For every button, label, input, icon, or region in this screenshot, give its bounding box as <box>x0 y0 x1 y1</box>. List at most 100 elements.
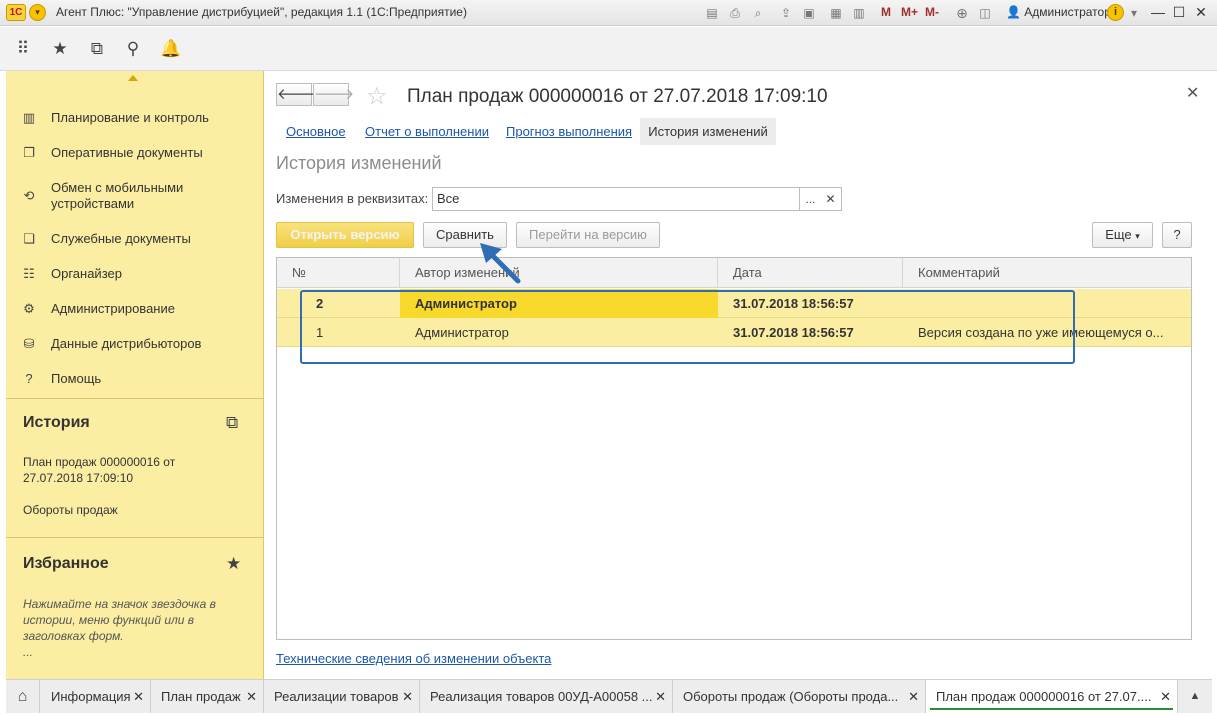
more-button[interactable]: Еще ▾ <box>1092 222 1153 248</box>
calendar-icon[interactable]: ▥ <box>851 5 867 21</box>
technical-info-link[interactable]: Технические сведения об изменении объект… <box>276 651 551 666</box>
home-icon[interactable]: ⌂ <box>6 680 40 713</box>
filter-input[interactable]: Все <box>432 187 800 211</box>
cell-author: Администратор <box>400 289 718 318</box>
collapse-caret-icon[interactable] <box>128 75 138 81</box>
history-icon[interactable]: ⧉ <box>226 413 238 433</box>
sidebar-item-mobile-exchange[interactable]: ⟲ Обмен с мобильными устройствами <box>6 178 264 214</box>
window-tab-label: Реализация товаров 00УД-А00058 ... <box>430 689 653 704</box>
window-tab-goods-sale-doc[interactable]: Реализация товаров 00УД-А00058 ... ✕ <box>420 680 673 713</box>
sidebar-item-label: Органайзер <box>51 266 122 281</box>
memory-m-plus-button[interactable]: M+ <box>901 5 918 19</box>
window-tab-label: План продаж <box>161 689 241 704</box>
save-icon[interactable]: ▤ <box>704 5 720 21</box>
panel-icon[interactable]: ◫ <box>977 5 993 21</box>
window-tab-current-plan[interactable]: План продаж 000000016 от 27.07.... ✕ <box>926 680 1178 713</box>
window-tab-information[interactable]: Информация ✕ <box>41 680 151 713</box>
app-logo-icon: 1С <box>6 4 26 21</box>
column-header-date[interactable]: Дата <box>718 258 903 288</box>
favorites-star-icon[interactable]: ★ <box>226 554 241 574</box>
close-tab-icon[interactable]: ✕ <box>655 680 666 713</box>
close-tab-icon[interactable]: ✕ <box>402 680 413 713</box>
annotation-arrow-icon <box>480 243 521 284</box>
window-tab-sales-turnover[interactable]: Обороты продаж (Обороты прода... ✕ <box>673 680 926 713</box>
arrow-right-icon: 🡒 <box>314 86 355 103</box>
column-header-comment[interactable]: Комментарий <box>903 258 1191 288</box>
distributor-icon: ⛁ <box>23 336 35 351</box>
preview-icon[interactable]: ⌕ <box>750 5 766 21</box>
info-icon[interactable]: i <box>1107 4 1124 21</box>
apps-grid-icon[interactable]: ⠿ <box>12 38 34 60</box>
active-tab-underline <box>930 708 1173 710</box>
documents-icon: ❐ <box>23 145 35 160</box>
close-window-button[interactable]: ✕ <box>1192 3 1210 21</box>
versions-table: № Автор изменений Дата Комментарий 2 Адм… <box>276 257 1192 640</box>
filter-clear-button[interactable]: ✕ <box>820 187 842 211</box>
maximize-button[interactable]: ☐ <box>1170 3 1188 21</box>
tab-change-history[interactable]: История изменений <box>640 118 776 145</box>
window-tab-goods-sales[interactable]: Реализации товаров ✕ <box>264 680 420 713</box>
current-user[interactable]: 👤 Администратор <box>1006 5 1111 19</box>
goto-version-button[interactable]: Перейти на версию <box>516 222 660 248</box>
column-header-number[interactable]: № <box>277 258 400 288</box>
sidebar-divider <box>6 537 264 538</box>
close-tab-icon[interactable]: ✕ <box>246 680 257 713</box>
close-tab-icon[interactable]: ✕ <box>908 680 919 713</box>
sidebar-item-help[interactable]: ? Помощь <box>6 369 264 389</box>
close-tab-icon[interactable]: ✕ <box>133 680 144 713</box>
tab-execution-forecast[interactable]: Прогноз выполнения <box>506 124 632 139</box>
table-header: № Автор изменений Дата Комментарий <box>277 258 1191 288</box>
scroll-up-icon[interactable]: ▲ <box>1178 680 1212 713</box>
clipboard-icon[interactable]: ▣ <box>801 5 817 21</box>
chevron-down-icon: ▾ <box>1135 231 1140 241</box>
favorites-star-icon[interactable]: ★ <box>49 38 71 60</box>
memory-m-button[interactable]: M <box>881 5 891 19</box>
favorites-hint-text: Нажимайте на значок звездочка в истории,… <box>23 597 216 643</box>
table-row[interactable]: 1 Администратор 31.07.2018 18:56:57 Верс… <box>277 318 1191 347</box>
forward-button[interactable]: 🡒 <box>313 83 354 106</box>
memory-m-minus-button[interactable]: M- <box>925 5 939 19</box>
favorites-title: Избранное <box>23 555 109 572</box>
sidebar-item-operative-docs[interactable]: ❐ Оперативные документы <box>6 143 264 163</box>
arrow-left-icon: 🡐 <box>277 86 318 103</box>
history-item[interactable]: План продаж 000000016 от 27.07.2018 17:0… <box>23 454 223 486</box>
help-button[interactable]: ? <box>1162 222 1192 248</box>
table-row[interactable]: 2 Администратор 31.07.2018 18:56:57 <box>277 289 1191 318</box>
window-tab-sales-plan[interactable]: План продаж ✕ <box>151 680 264 713</box>
close-form-icon[interactable]: ✕ <box>1186 83 1199 103</box>
history-item[interactable]: Обороты продаж <box>23 502 118 518</box>
form-area: 🡐 🡒 ☆ План продаж 000000016 от 27.07.201… <box>264 71 1210 679</box>
search-icon[interactable]: ⚲ <box>122 38 144 60</box>
upload-icon[interactable]: ⇪ <box>778 5 794 21</box>
history-icon[interactable]: ⧉ <box>86 38 108 60</box>
filter-select-button[interactable]: ... <box>800 187 822 211</box>
bell-icon[interactable]: 🔔 <box>160 38 182 60</box>
window-tab-label: Информация <box>51 689 131 704</box>
back-button[interactable]: 🡐 <box>276 83 317 106</box>
add-favorite-star-icon[interactable]: ☆ <box>366 82 388 111</box>
minimize-button[interactable]: — <box>1149 3 1167 21</box>
sidebar-item-administration[interactable]: ⚙ Администрирование <box>6 299 264 319</box>
window-tab-label: Обороты продаж (Обороты прода... <box>683 689 899 704</box>
main-menu-chevron-icon[interactable]: ▾ <box>29 4 46 21</box>
window-titlebar: 1С ▾ Агент Плюс: "Управление дистрибуцие… <box>0 0 1217 26</box>
cell-author: Администратор <box>415 325 509 340</box>
print-icon[interactable]: ⎙ <box>727 5 743 21</box>
sidebar-item-planning[interactable]: ▥ Планирование и контроль <box>6 108 264 128</box>
calculator-icon[interactable]: ▦ <box>828 5 844 21</box>
column-header-author[interactable]: Автор изменений <box>400 258 718 288</box>
open-windows-bar: ⌂ Информация ✕ План продаж ✕ Реализации то… <box>6 679 1212 713</box>
tab-execution-report[interactable]: Отчет о выполнении <box>365 124 489 139</box>
sidebar-item-label: Оперативные документы <box>51 145 203 160</box>
open-version-button[interactable]: Открыть версию <box>276 222 414 248</box>
tab-main[interactable]: Основное <box>286 124 346 139</box>
sidebar-item-service-docs[interactable]: ❏ Служебные документы <box>6 229 264 249</box>
sidebar-item-distributors[interactable]: ⛁ Данные дистрибьюторов <box>6 334 264 354</box>
user-name: Администратор <box>1024 5 1111 19</box>
user-icon: 👤 <box>1006 5 1021 19</box>
sidebar-item-organizer[interactable]: ☷ Органайзер <box>6 264 264 284</box>
window-tab-label: План продаж 000000016 от 27.07.... <box>936 689 1152 704</box>
zoom-icon[interactable]: ⊕ <box>954 5 970 21</box>
section-title: История изменений <box>276 153 442 173</box>
info-chevron-down-icon[interactable]: ▾ <box>1128 5 1140 21</box>
